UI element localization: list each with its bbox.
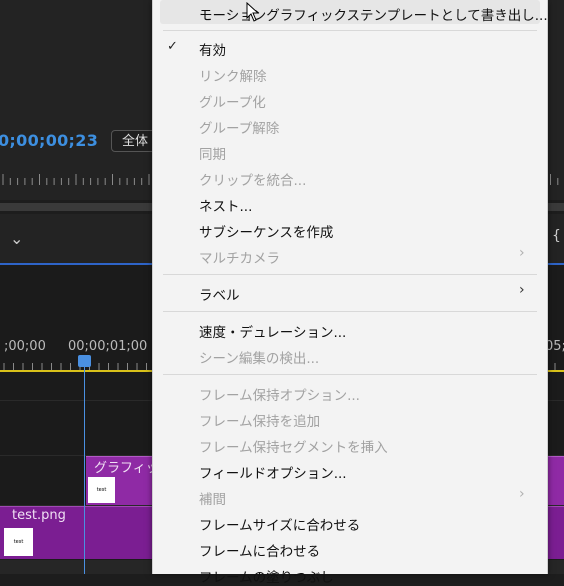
checkmark-icon: ✓	[167, 39, 178, 54]
submenu-arrow-icon: ›	[519, 282, 525, 298]
png-clip-label: test.png	[12, 508, 66, 523]
playhead-line[interactable]	[84, 362, 85, 574]
chevron-down-icon[interactable]: ⌄	[10, 229, 23, 248]
graphic-clip-thumbnail: test	[88, 477, 115, 503]
menu-item-nest[interactable]: ネスト...	[199, 195, 252, 215]
submenu-arrow-icon: ›	[519, 486, 525, 502]
menu-separator	[163, 311, 537, 312]
bracket-icon[interactable]: {	[552, 228, 561, 244]
menu-item-merge-clips: クリップを統合...	[199, 173, 307, 189]
menu-item-frame-hold-options: フレーム保持オプション...	[199, 388, 360, 404]
menu-separator	[163, 274, 537, 275]
menu-item-interpolation: 補間	[199, 492, 226, 508]
playhead-handle[interactable]	[78, 355, 91, 367]
menu-item-unlink: リンク解除	[199, 69, 267, 85]
menu-separator	[163, 374, 537, 375]
submenu-arrow-icon: ›	[519, 245, 525, 261]
mouse-cursor-icon	[246, 2, 260, 22]
menu-item-scale-to-frame-size[interactable]: フレームサイズに合わせる	[199, 514, 360, 534]
menu-separator	[163, 30, 537, 31]
menu-item-set-to-frame-size[interactable]: フレームに合わせる	[199, 540, 320, 560]
menu-item-scene-edit-detection: シーン編集の検出...	[199, 351, 320, 367]
menu-item-label[interactable]: ラベル	[199, 284, 240, 304]
menu-item-enable[interactable]: 有効	[199, 39, 226, 59]
menu-item-add-frame-hold: フレーム保持を追加	[199, 414, 321, 430]
timeline-tick-label: 00;00;01;00	[68, 339, 148, 354]
menu-item-speed-duration[interactable]: 速度・デュレーション...	[199, 321, 346, 341]
png-clip-thumbnail: test	[4, 528, 33, 556]
menu-item-field-options[interactable]: フィールドオプション...	[199, 462, 347, 482]
menu-item-group: グループ化	[199, 95, 266, 111]
graphic-clip-label: グラフィッ	[94, 461, 159, 476]
timeline-tick-label: ;00;00	[4, 339, 46, 354]
menu-item-ungroup: グループ解除	[199, 121, 280, 137]
menu-item-fill-frame[interactable]: フレームの塗りつぶし	[199, 566, 334, 586]
menu-item-multi-camera: マルチカメラ	[199, 251, 280, 267]
playhead-timecode[interactable]: 0;00;00;23	[0, 131, 98, 150]
menu-item-make-subsequence[interactable]: サブシーケンスを作成	[199, 221, 333, 241]
clip-context-menu: モーショングラフィックステンプレートとして書き出し... 有効 ✓ リンク解除 グループ…	[152, 0, 548, 586]
menu-item-synchronize: 同期	[199, 147, 226, 163]
menu-item-insert-frame-hold-segment: フレーム保持セグメントを挿入	[199, 440, 388, 456]
